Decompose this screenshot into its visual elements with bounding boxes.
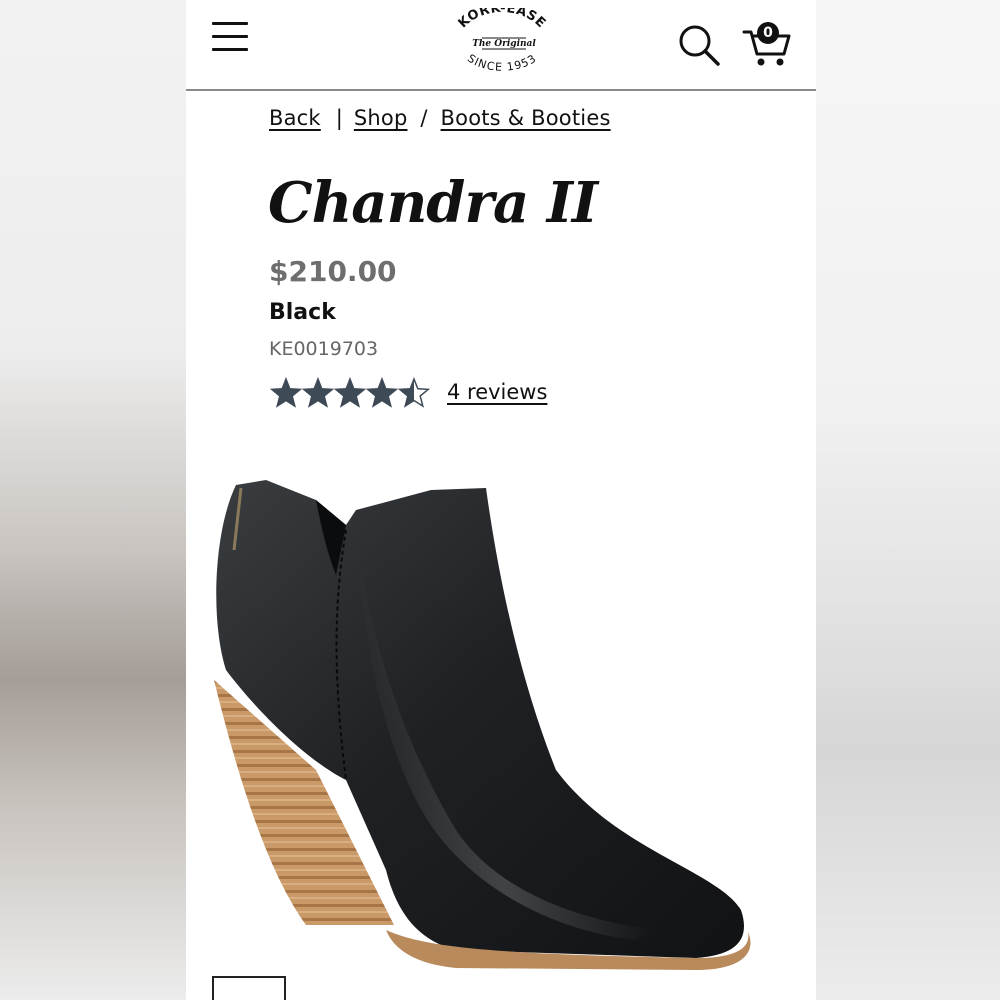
- breadcrumb-category-link[interactable]: Boots & Booties: [441, 106, 611, 130]
- product-sku: KE0019703: [269, 338, 379, 360]
- product-color: Black: [269, 300, 336, 325]
- product-price: $210.00: [269, 255, 397, 288]
- reviews-link[interactable]: 4 reviews: [447, 380, 547, 404]
- background-blur-right: [816, 0, 1000, 1000]
- brand-logo-graphic: KORK-EASE The Original SINCE 1953: [456, 1, 549, 74]
- breadcrumb-back-link[interactable]: Back: [269, 106, 321, 130]
- image-thumbnail[interactable]: [212, 976, 286, 1000]
- breadcrumb-slash: /: [420, 106, 428, 130]
- hamburger-menu-icon[interactable]: [212, 22, 248, 56]
- search-icon[interactable]: [676, 22, 722, 68]
- background-blur-left: [0, 0, 186, 1000]
- rating-star-icon: [301, 376, 335, 408]
- site-header: KORK-EASE The Original SINCE 1953 0: [186, 0, 816, 91]
- breadcrumb-shop-link[interactable]: Shop: [354, 106, 408, 130]
- svg-text:SINCE 1953: SINCE 1953: [465, 52, 539, 74]
- breadcrumb: Back | Shop / Boots & Booties: [269, 106, 611, 130]
- cart-count-badge[interactable]: 0: [757, 22, 779, 44]
- rating-star-icon: [333, 376, 367, 408]
- rating-star-icon: [269, 376, 303, 408]
- mobile-page: KORK-EASE The Original SINCE 1953 0 Back…: [186, 0, 816, 1000]
- svg-text:The Original: The Original: [472, 39, 536, 49]
- product-image[interactable]: [196, 470, 756, 970]
- brand-logo[interactable]: KORK-EASE The Original SINCE 1953: [442, 1, 562, 78]
- rating-star-icon: [397, 376, 431, 408]
- star-rating[interactable]: [269, 376, 431, 411]
- svg-text:KORK-EASE: KORK-EASE: [456, 8, 549, 31]
- rating-star-icon: [365, 376, 399, 408]
- breadcrumb-divider: |: [335, 106, 343, 130]
- product-title: Chandra II: [268, 170, 598, 236]
